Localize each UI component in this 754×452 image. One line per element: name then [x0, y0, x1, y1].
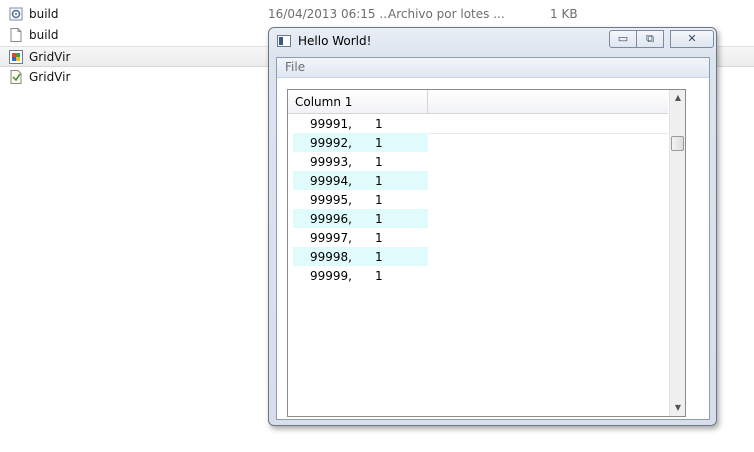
cell-value: 1 [375, 117, 383, 131]
grid-row[interactable]: 99999, 1 [293, 266, 428, 285]
hello-world-window[interactable]: Hello World! ▭ ⧉ ✕ File Column 1 99991, … [268, 27, 717, 426]
cell-key: 99999, [310, 269, 352, 283]
menu-bar: File [277, 58, 709, 78]
grid-row[interactable]: 99991, 1 [293, 114, 428, 133]
menu-file[interactable]: File [285, 60, 305, 74]
manifest-file-icon [9, 70, 23, 84]
maximize-button[interactable]: ⧉ [636, 30, 664, 48]
file-row[interactable]: build 16/04/2013 06:15 ... Archivo por l… [0, 4, 754, 25]
cell-value: 1 [375, 136, 383, 150]
file-name: build [29, 28, 59, 42]
cell-value: 1 [375, 174, 383, 188]
batch-file-icon [9, 7, 23, 21]
cell-value: 1 [375, 231, 383, 245]
cell-value: 1 [375, 155, 383, 169]
text-file-icon [9, 28, 23, 42]
minimize-button[interactable]: ▭ [609, 30, 637, 48]
cell-key: 99991, [310, 117, 352, 131]
application-icon [9, 50, 23, 64]
grid-row[interactable]: 99994, 1 [293, 171, 428, 190]
grid-header: Column 1 [288, 90, 668, 114]
grid-row[interactable]: 99992, 1 [293, 133, 428, 152]
cell-value: 1 [375, 269, 383, 283]
data-grid[interactable]: Column 1 99991, 1 99992, 1 99993, 1 9999… [287, 89, 686, 417]
vertical-scrollbar[interactable]: ▲ ▼ [669, 90, 685, 416]
column-header-label: Column 1 [295, 95, 353, 109]
cell-value: 1 [375, 212, 383, 226]
cell-key: 99995, [310, 193, 352, 207]
file-size: 1 KB [550, 7, 578, 21]
cell-key: 99993, [310, 155, 352, 169]
file-name: GridVir [29, 50, 71, 64]
column-header[interactable]: Column 1 [288, 90, 428, 113]
cell-value: 1 [375, 250, 383, 264]
row-divider [429, 133, 668, 134]
file-type: Archivo por lotes ... [388, 7, 505, 21]
window-icon [277, 35, 291, 47]
file-name: GridVir [29, 70, 71, 84]
file-date: 16/04/2013 06:15 ... [268, 7, 391, 21]
cell-key: 99994, [310, 174, 352, 188]
client-area: File Column 1 99991, 1 99992, 1 99993, 1 [276, 57, 710, 420]
scroll-up-icon[interactable]: ▲ [670, 90, 685, 106]
cell-key: 99992, [310, 136, 352, 150]
file-name: build [29, 7, 59, 21]
grid-row[interactable]: 99995, 1 [293, 190, 428, 209]
cell-key: 99998, [310, 250, 352, 264]
window-title: Hello World! [298, 34, 372, 48]
cell-key: 99997, [310, 231, 352, 245]
close-button[interactable]: ✕ [670, 30, 714, 48]
grid-row[interactable]: 99993, 1 [293, 152, 428, 171]
grid-row[interactable]: 99997, 1 [293, 228, 428, 247]
cell-value: 1 [375, 193, 383, 207]
column-header-empty [428, 90, 668, 113]
grid-row[interactable]: 99996, 1 [293, 209, 428, 228]
cell-key: 99996, [310, 212, 352, 226]
grid-row[interactable]: 99998, 1 [293, 247, 428, 266]
scroll-down-icon[interactable]: ▼ [670, 400, 685, 416]
scrollbar-thumb[interactable] [671, 136, 684, 151]
